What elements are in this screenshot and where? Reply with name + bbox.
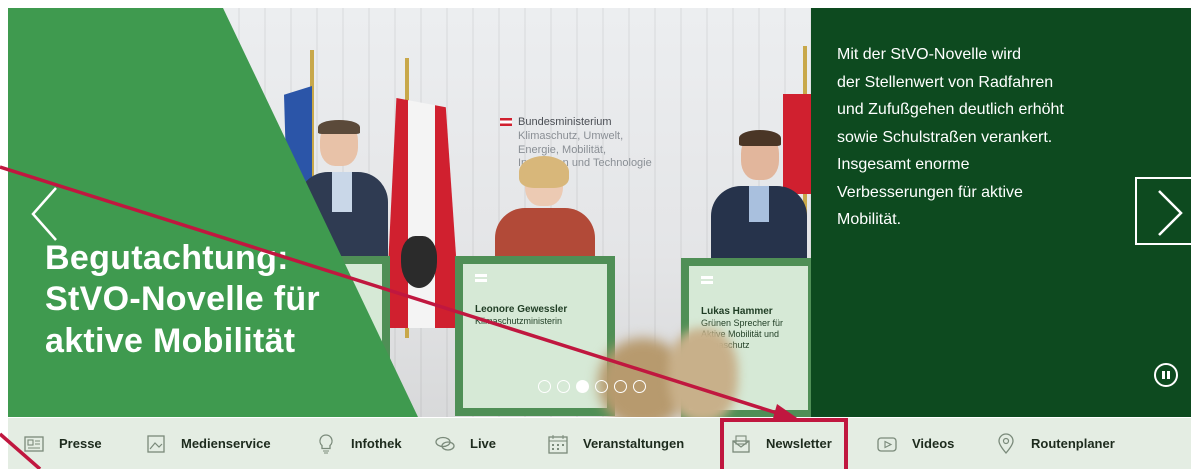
slide-dot[interactable] [538,380,551,393]
pause-icon [1162,371,1165,379]
nav-item-label: Routenplaner [1031,436,1115,451]
quick-links-bar: Presse Medienservice Infothek Live Veranstal… [8,418,1191,469]
nav-item-newsletter[interactable]: Newsletter [730,418,832,469]
chevron-right-icon [1158,190,1183,236]
hero-description: Mit der StVO-Novelle wird der Stellenwer… [837,46,1064,228]
nav-item-label: Presse [59,436,102,451]
slide-dot[interactable] [614,380,627,393]
nav-item-videos[interactable]: Videos [876,418,954,469]
pause-button[interactable] [1154,363,1178,387]
image-icon [145,433,167,455]
next-slide-button[interactable] [1135,177,1191,245]
hero-headline[interactable]: Begutachtung: StVO-Novelle für aktive Mo… [45,238,375,362]
chat-bubbles-icon [434,433,456,455]
nav-item-label: Infothek [351,436,402,451]
calendar-icon [547,433,569,455]
slide-dot[interactable] [576,380,589,393]
slide-dot[interactable] [595,380,608,393]
newspaper-icon [23,433,45,455]
lightbulb-icon [315,433,337,455]
nav-item-label: Videos [912,436,955,451]
play-icon [876,433,898,455]
envelope-icon [730,433,752,455]
nav-item-label: Medienservice [181,436,271,451]
nav-item-presse[interactable]: Presse [23,418,102,469]
nav-item-routenplaner[interactable]: Routenplaner [995,418,1115,469]
hero-carousel: Bundesministerium Klimaschutz, Umwelt, E… [8,8,1191,417]
nav-item-label: Newsletter [766,436,832,451]
hero-photo: Bundesministerium Klimaschutz, Umwelt, E… [8,8,811,417]
nav-item-label: Live [470,436,497,451]
slide-indicators [538,380,646,393]
slide-dot[interactable] [557,380,570,393]
speaker-center [495,156,595,278]
nav-item-infothek[interactable]: Infothek [315,418,402,469]
nav-item-veranstaltungen[interactable]: Veranstaltungen [547,418,684,469]
nav-item-medienservice[interactable]: Medienservice [145,418,271,469]
nav-item-live[interactable]: Live [434,418,496,469]
hero-description-panel: Mit der StVO-Novelle wird der Stellenwer… [811,8,1191,417]
slide-dot[interactable] [633,380,646,393]
nav-item-label: Veranstaltungen [583,436,685,451]
map-pin-icon [995,432,1017,455]
previous-slide-button[interactable] [30,186,60,242]
speaker-right [711,130,807,276]
